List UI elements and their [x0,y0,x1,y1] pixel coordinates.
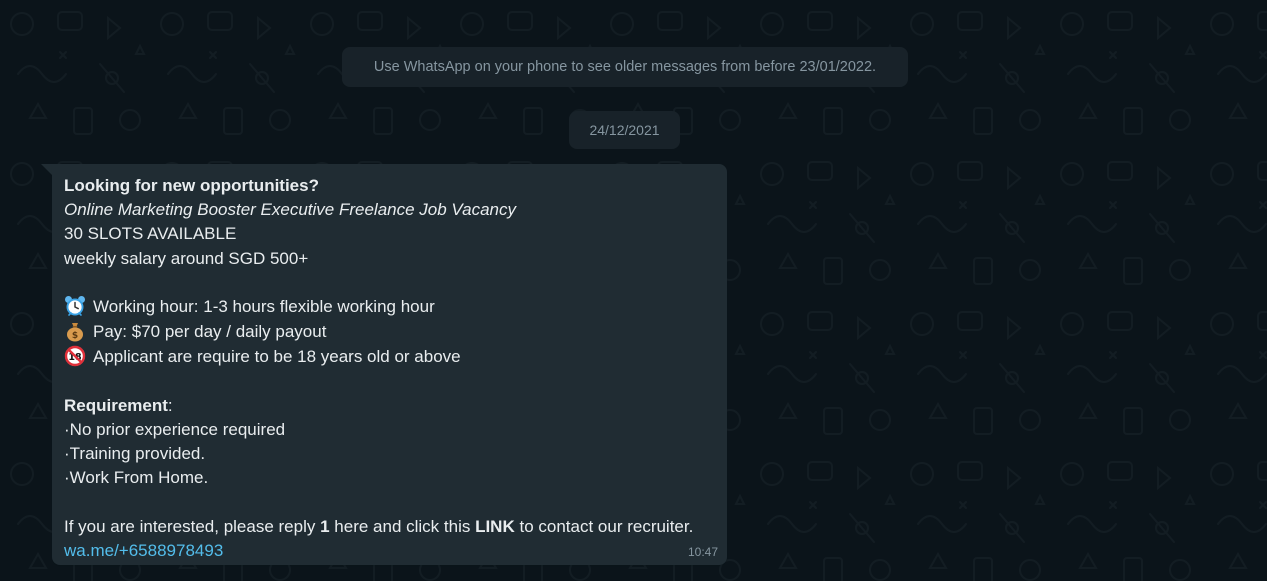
detail-line-age: 18 Applicant are require to be 18 years … [64,345,724,370]
slots-text: 30 SLOTS AVAILABLE [64,224,237,244]
job-title: Online Marketing Booster Executive Freel… [64,200,516,220]
link-row: wa.me/+6588978493 [64,539,724,563]
call-to-action: If you are interested, please reply 1 he… [64,515,724,539]
salary-text: weekly salary around SGD 500+ [64,248,309,268]
svg-text:$: $ [72,331,78,341]
no-under-18-icon: 18 [64,345,87,367]
message-heading: Looking for new opportunities? [64,176,319,195]
requirement-item: ·No prior experience required [64,419,286,439]
cta-text-middle: here and click this [329,516,476,536]
date-separator: 24/12/2021 [569,111,680,149]
detail-line-pay: $ Pay: $70 per day / daily payout [64,320,724,345]
requirement-label: Requirement [64,395,168,415]
cta-reply-value: 1 [320,516,330,536]
pay-text: Pay: $70 per day / daily payout [93,321,327,341]
incoming-message-bubble[interactable]: Looking for new opportunities? Online Ma… [52,164,727,565]
older-messages-notice: Use WhatsApp on your phone to see older … [342,47,908,87]
age-requirement-text: Applicant are require to be 18 years old… [93,346,461,366]
message-timestamp: 10:47 [687,545,718,559]
requirement-colon: : [167,395,173,415]
detail-line-working-hour: Working hour: 1-3 hours flexible working… [64,295,724,320]
requirement-item: ·Work From Home. [64,468,209,488]
cta-text-before: If you are interested, please reply [64,516,321,536]
message-text: Looking for new opportunities? Online Ma… [64,174,724,563]
money-bag-icon: $ [64,320,87,342]
requirement-heading: Requirement: [64,394,724,418]
alarm-clock-icon [64,295,87,317]
requirement-item: ·Training provided. [64,444,206,464]
recruiter-link[interactable]: wa.me/+6588978493 [64,541,223,560]
cta-link-word: LINK [475,516,515,536]
cta-text-after: to contact our recruiter. [514,516,694,536]
working-hour-text: Working hour: 1-3 hours flexible working… [93,296,435,316]
